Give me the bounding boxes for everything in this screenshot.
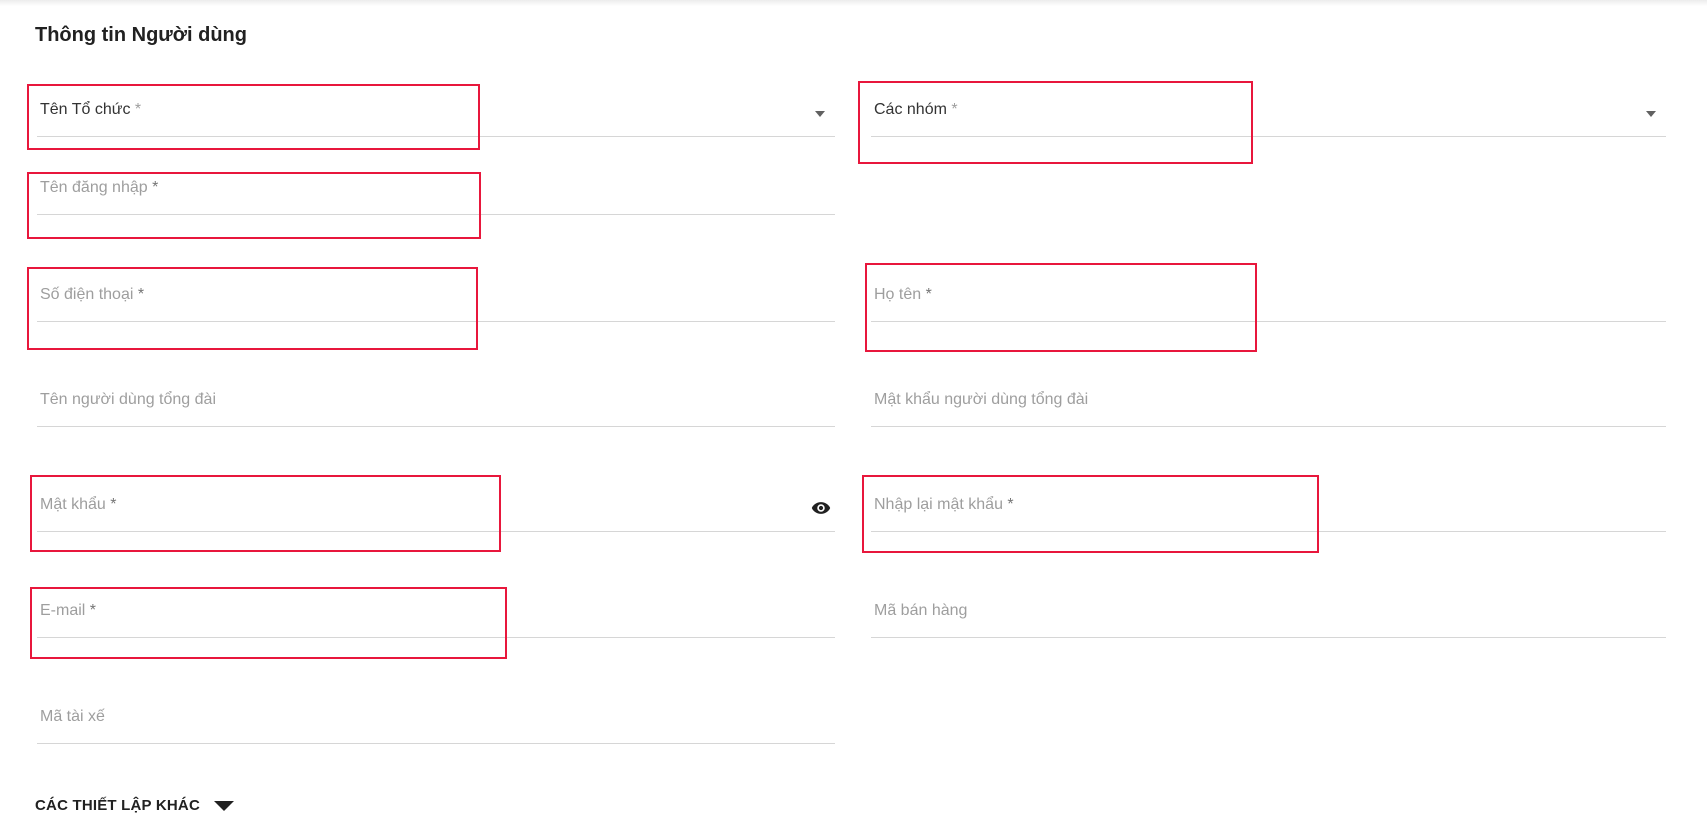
confirm-password-underline bbox=[871, 531, 1666, 532]
other-settings-label: CÁC THIẾT LẬP KHÁC bbox=[35, 797, 200, 814]
caret-down-icon[interactable] bbox=[214, 800, 234, 811]
username-field[interactable]: Tên đăng nhập * bbox=[37, 167, 835, 215]
groups-label: Các nhóm * bbox=[874, 101, 958, 118]
full-name-underline bbox=[871, 321, 1666, 322]
section-title: Thông tin Người dùng bbox=[35, 24, 247, 46]
pbx-password-field[interactable]: Mật khẩu người dùng tổng đài bbox=[871, 379, 1666, 427]
password-underline bbox=[37, 531, 835, 532]
driver-code-underline bbox=[37, 743, 835, 744]
pbx-user-field[interactable]: Tên người dùng tổng đài bbox=[37, 379, 835, 427]
sales-code-field[interactable]: Mã bán hàng bbox=[871, 590, 1666, 638]
pbx-user-underline bbox=[37, 426, 835, 427]
organization-label: Tên Tổ chức * bbox=[40, 101, 142, 118]
email-underline bbox=[37, 637, 835, 638]
confirm-password-field[interactable]: Nhập lại mật khẩu * bbox=[871, 484, 1666, 532]
sales-code-underline bbox=[871, 637, 1666, 638]
phone-underline bbox=[37, 321, 835, 322]
pbx-password-underline bbox=[871, 426, 1666, 427]
top-shadow bbox=[0, 0, 1707, 6]
chevron-down-icon[interactable] bbox=[1646, 111, 1656, 117]
username-underline bbox=[37, 214, 835, 215]
phone-field[interactable]: Số điện thoại * bbox=[37, 274, 835, 322]
full-name-field[interactable]: Họ tên * bbox=[871, 274, 1666, 322]
groups-underline bbox=[871, 136, 1666, 137]
driver-code-field[interactable]: Mã tài xế bbox=[37, 696, 835, 744]
organization-underline bbox=[37, 136, 835, 137]
email-field[interactable]: E-mail * bbox=[37, 590, 835, 638]
password-field[interactable]: Mật khẩu * bbox=[37, 484, 835, 532]
chevron-down-icon[interactable] bbox=[815, 111, 825, 117]
eye-icon[interactable] bbox=[811, 498, 831, 518]
other-settings-toggle[interactable]: CÁC THIẾT LẬP KHÁC bbox=[35, 797, 234, 814]
organization-select[interactable]: Tên Tổ chức * bbox=[37, 89, 835, 137]
groups-select[interactable]: Các nhóm * bbox=[871, 89, 1666, 137]
